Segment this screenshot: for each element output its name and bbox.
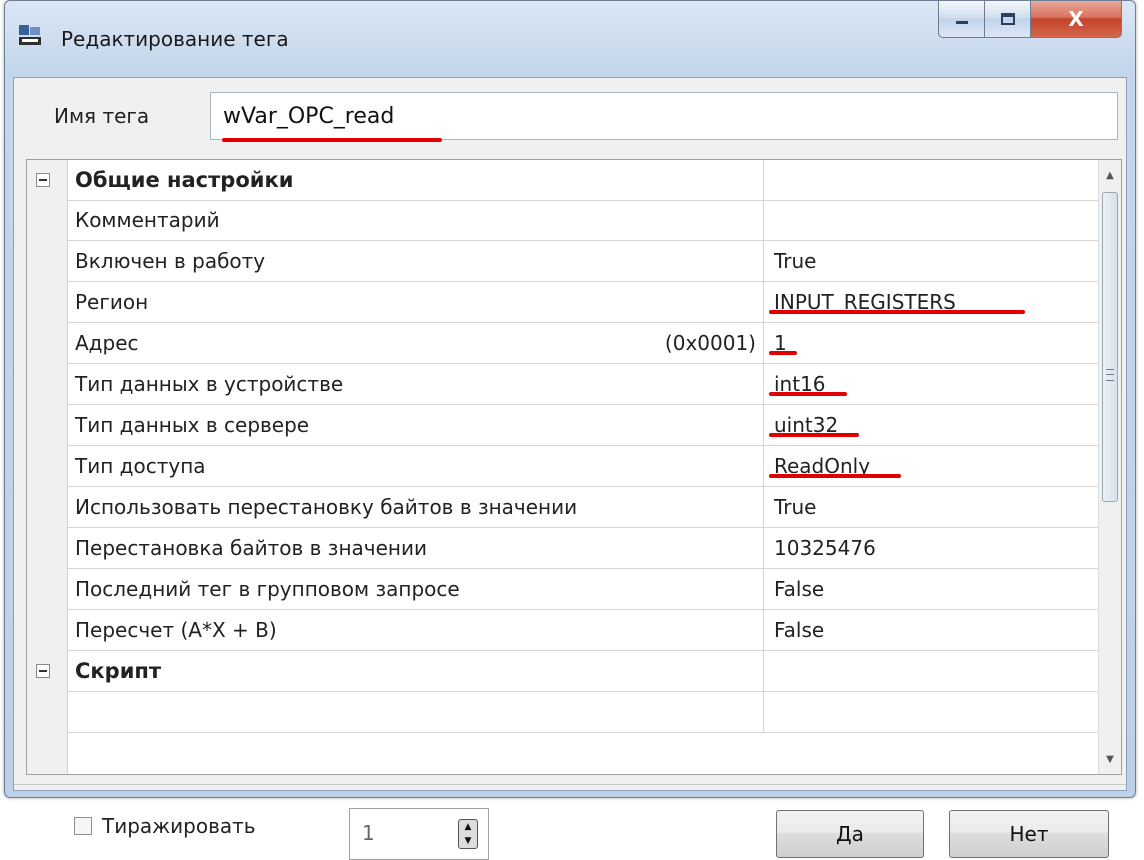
property-row[interactable]: Перестановка байтов в значении 10325476 bbox=[67, 528, 1111, 569]
property-name: Пересчет (A*X + B) bbox=[67, 610, 764, 650]
tag-name-highlight bbox=[222, 138, 442, 142]
property-row[interactable]: Последний тег в групповом запросе False bbox=[67, 569, 1111, 610]
app-icon bbox=[19, 25, 41, 45]
ok-button[interactable]: Да bbox=[776, 810, 924, 858]
property-grid: Общие настройки Комментарий Включен в ра… bbox=[26, 159, 1122, 775]
property-name bbox=[67, 692, 764, 732]
property-row[interactable]: Адрес (0x0001) 1 bbox=[67, 323, 1111, 364]
stepper-up-icon[interactable]: ▲ bbox=[459, 820, 477, 834]
window-title: Редактирование тега bbox=[61, 27, 289, 51]
property-value[interactable] bbox=[764, 692, 1104, 732]
property-value[interactable]: ReadOnly bbox=[764, 446, 1104, 486]
property-name: Адрес bbox=[67, 323, 764, 363]
section-value bbox=[764, 160, 1104, 200]
property-row[interactable]: Тип данных в сервере uint32 bbox=[67, 405, 1111, 446]
property-value[interactable]: False bbox=[764, 569, 1104, 609]
collapse-script-icon[interactable] bbox=[36, 664, 50, 678]
property-name: Тип данных в сервере bbox=[67, 405, 764, 445]
replicate-checkbox-row[interactable]: Тиражировать bbox=[74, 814, 256, 838]
replicate-count-stepper[interactable]: 1 ▲ ▼ bbox=[349, 808, 489, 860]
maximize-button[interactable] bbox=[984, 1, 1031, 38]
property-value[interactable]: True bbox=[764, 487, 1104, 527]
section-label: Скрипт bbox=[67, 651, 764, 691]
property-value[interactable]: 10325476 bbox=[764, 528, 1104, 568]
property-row[interactable]: Тип данных в устройстве int16 bbox=[67, 364, 1111, 405]
device-type-highlight bbox=[769, 392, 847, 396]
property-row-partial[interactable] bbox=[67, 692, 1111, 733]
section-value bbox=[764, 651, 1104, 691]
property-value[interactable]: int16 bbox=[764, 364, 1104, 404]
minimize-button[interactable] bbox=[938, 1, 985, 38]
collapse-general-icon[interactable] bbox=[36, 173, 50, 187]
property-row[interactable]: Комментарий bbox=[67, 200, 1111, 241]
edit-tag-dialog: Редактирование тега X Имя тега Общие нас… bbox=[4, 0, 1136, 860]
dialog-body: Имя тега Общие настройки Комментарий Вкл… bbox=[13, 77, 1127, 860]
replicate-label[interactable]: Тиражировать bbox=[102, 814, 256, 838]
property-row[interactable]: Регион INPUT_REGISTERS bbox=[67, 282, 1111, 323]
property-value[interactable]: False bbox=[764, 610, 1104, 650]
maximize-icon bbox=[1000, 13, 1015, 25]
property-row[interactable]: Использовать перестановку байтов в значе… bbox=[67, 487, 1111, 528]
section-script[interactable]: Скрипт bbox=[67, 651, 1111, 692]
property-name: Тип доступа bbox=[67, 446, 764, 486]
replicate-count-value[interactable]: 1 bbox=[362, 821, 375, 845]
vertical-scrollbar[interactable]: ▲ ▼ bbox=[1098, 160, 1121, 774]
tag-name-row: Имя тега bbox=[24, 92, 1119, 142]
property-row[interactable]: Пересчет (A*X + B) False bbox=[67, 610, 1111, 651]
property-value[interactable]: True bbox=[764, 241, 1104, 281]
property-name: Включен в работу bbox=[67, 241, 764, 281]
region-highlight bbox=[769, 310, 1025, 314]
property-value[interactable]: uint32 bbox=[764, 405, 1104, 445]
address-hex: (0x0001) bbox=[664, 331, 756, 355]
property-name: Перестановка байтов в значении bbox=[67, 528, 764, 568]
property-name: Последний тег в групповом запросе bbox=[67, 569, 764, 609]
section-general[interactable]: Общие настройки bbox=[67, 160, 1111, 201]
property-name: Тип данных в устройстве bbox=[67, 364, 764, 404]
scroll-down-icon[interactable]: ▼ bbox=[1099, 748, 1121, 770]
property-value[interactable]: INPUT_REGISTERS bbox=[764, 282, 1104, 322]
grid-gutter bbox=[27, 160, 68, 774]
footer-divider bbox=[14, 784, 1126, 785]
property-value[interactable] bbox=[764, 200, 1104, 240]
address-highlight bbox=[769, 351, 797, 355]
close-button[interactable]: X bbox=[1030, 1, 1122, 38]
tag-name-input[interactable] bbox=[210, 92, 1118, 140]
scroll-thumb[interactable] bbox=[1102, 192, 1118, 502]
cancel-button[interactable]: Нет bbox=[949, 810, 1109, 858]
minimize-icon bbox=[955, 21, 968, 24]
replicate-checkbox[interactable] bbox=[74, 817, 92, 835]
grip-icon bbox=[1106, 369, 1114, 381]
property-name: Комментарий bbox=[67, 200, 764, 240]
property-row[interactable]: Включен в работу True bbox=[67, 241, 1111, 282]
server-type-highlight bbox=[769, 433, 859, 437]
property-name: Регион bbox=[67, 282, 764, 322]
stepper-down-icon[interactable]: ▼ bbox=[459, 834, 477, 848]
section-label: Общие настройки bbox=[67, 160, 764, 200]
access-type-highlight bbox=[769, 474, 901, 478]
property-value[interactable]: 1 bbox=[764, 323, 1104, 363]
property-row[interactable]: Тип доступа ReadOnly bbox=[67, 446, 1111, 487]
close-icon: X bbox=[1068, 7, 1084, 31]
tag-name-label: Имя тега bbox=[54, 104, 150, 128]
stepper-buttons[interactable]: ▲ ▼ bbox=[458, 819, 478, 849]
scroll-up-icon[interactable]: ▲ bbox=[1099, 164, 1121, 186]
property-name: Использовать перестановку байтов в значе… bbox=[67, 487, 764, 527]
